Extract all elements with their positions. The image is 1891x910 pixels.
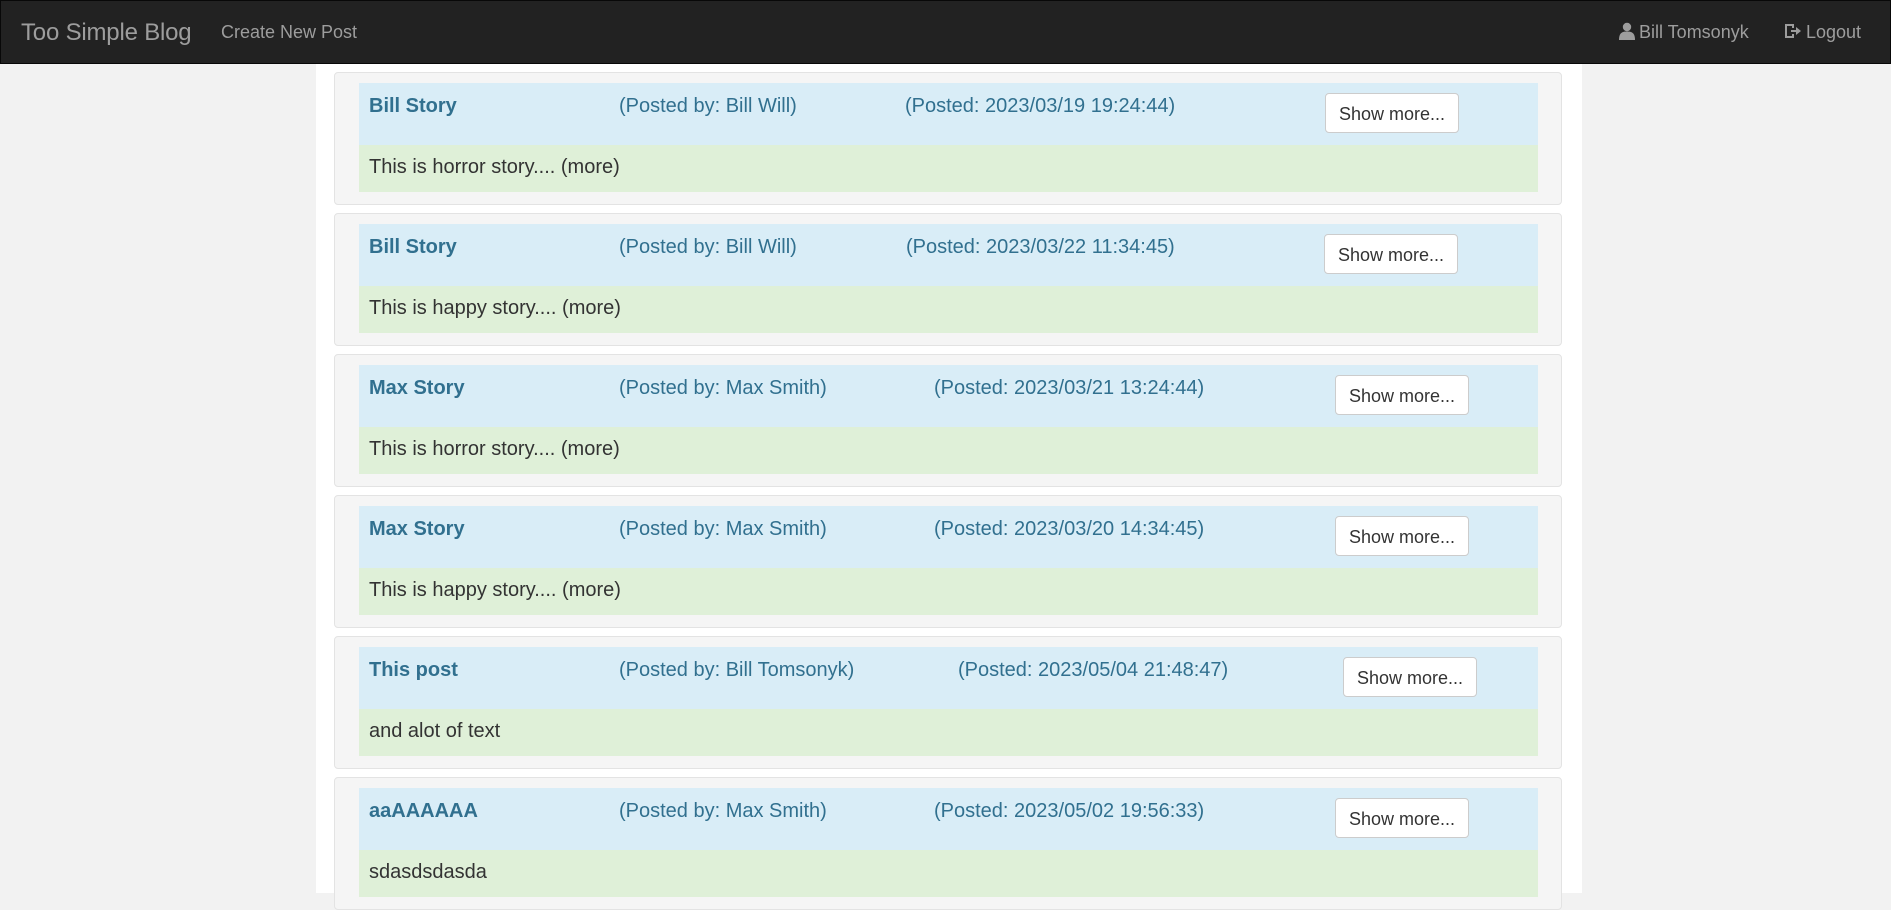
post-author: (Posted by: Max Smith) [619,518,827,540]
show-more-button[interactable]: Show more... [1335,516,1469,556]
posts-container: Bill Story (Posted by: Bill Will) (Poste… [316,64,1582,910]
post-header: Max Story (Posted by: Max Smith) (Posted… [359,506,1538,568]
navbar: Too Simple Blog Create New Post Bill Tom… [0,0,1891,64]
post-card: Bill Story (Posted by: Bill Will) (Poste… [334,213,1562,346]
post-title: Max Story [369,518,465,540]
post-date: (Posted: 2023/05/04 21:48:47) [958,659,1229,681]
post-date: (Posted: 2023/03/22 11:34:45) [906,236,1175,258]
show-more-button[interactable]: Show more... [1343,657,1477,697]
post-card: aaAAAAAA (Posted by: Max Smith) (Posted:… [334,777,1562,910]
post-author: (Posted by: Max Smith) [619,800,827,822]
show-more-button[interactable]: Show more... [1325,93,1459,133]
post-author: (Posted by: Bill Will) [619,236,797,258]
post-card: This post (Posted by: Bill Tomsonyk) (Po… [334,636,1562,769]
user-menu-link[interactable]: Bill Tomsonyk [1619,22,1749,43]
post-title: aaAAAAAA [369,800,478,822]
user-name: Bill Tomsonyk [1639,22,1749,42]
post-title: Max Story [369,377,465,399]
post-title: Bill Story [369,95,457,117]
post-text: This is horror story.... (more) [369,156,620,178]
post-header: Bill Story (Posted by: Bill Will) (Poste… [359,83,1538,145]
post-text: This is happy story.... (more) [369,579,621,601]
post-excerpt: sdasdsdasda [359,850,1538,897]
post-author: (Posted by: Bill Tomsonyk) [619,659,855,681]
post-date: (Posted: 2023/05/02 19:56:33) [934,800,1205,822]
post-author: (Posted by: Bill Will) [619,95,797,117]
post-title: This post [369,659,458,681]
post-date: (Posted: 2023/03/19 19:24:44) [905,95,1176,117]
post-card: Bill Story (Posted by: Bill Will) (Poste… [334,72,1562,205]
post-card: Max Story (Posted by: Max Smith) (Posted… [334,495,1562,628]
post-excerpt: This is happy story.... (more) [359,568,1538,615]
post-header: aaAAAAAA (Posted by: Max Smith) (Posted:… [359,788,1538,850]
post-date: (Posted: 2023/03/21 13:24:44) [934,377,1205,399]
post-excerpt: This is horror story.... (more) [359,145,1538,192]
post-text: and alot of text [369,720,501,742]
post-header: This post (Posted by: Bill Tomsonyk) (Po… [359,647,1538,709]
logout-link[interactable]: Logout [1784,22,1861,43]
show-more-button[interactable]: Show more... [1335,375,1469,415]
create-post-link[interactable]: Create New Post [221,22,357,43]
post-card: Max Story (Posted by: Max Smith) (Posted… [334,354,1562,487]
logout-icon [1785,24,1801,38]
post-author: (Posted by: Max Smith) [619,377,827,399]
show-more-button[interactable]: Show more... [1324,234,1458,274]
post-excerpt: and alot of text [359,709,1538,756]
show-more-button[interactable]: Show more... [1335,798,1469,838]
brand-link[interactable]: Too Simple Blog [21,19,192,47]
post-excerpt: This is horror story.... (more) [359,427,1538,474]
logout-label: Logout [1806,22,1862,42]
user-icon [1619,22,1635,40]
post-header: Bill Story (Posted by: Bill Will) (Poste… [359,224,1538,286]
post-text: This is happy story.... (more) [369,297,621,319]
post-text: This is horror story.... (more) [369,438,620,460]
post-header: Max Story (Posted by: Max Smith) (Posted… [359,365,1538,427]
post-date: (Posted: 2023/03/20 14:34:45) [934,518,1205,540]
post-title: Bill Story [369,236,457,258]
post-excerpt: This is happy story.... (more) [359,286,1538,333]
post-text: sdasdsdasda [369,861,487,883]
